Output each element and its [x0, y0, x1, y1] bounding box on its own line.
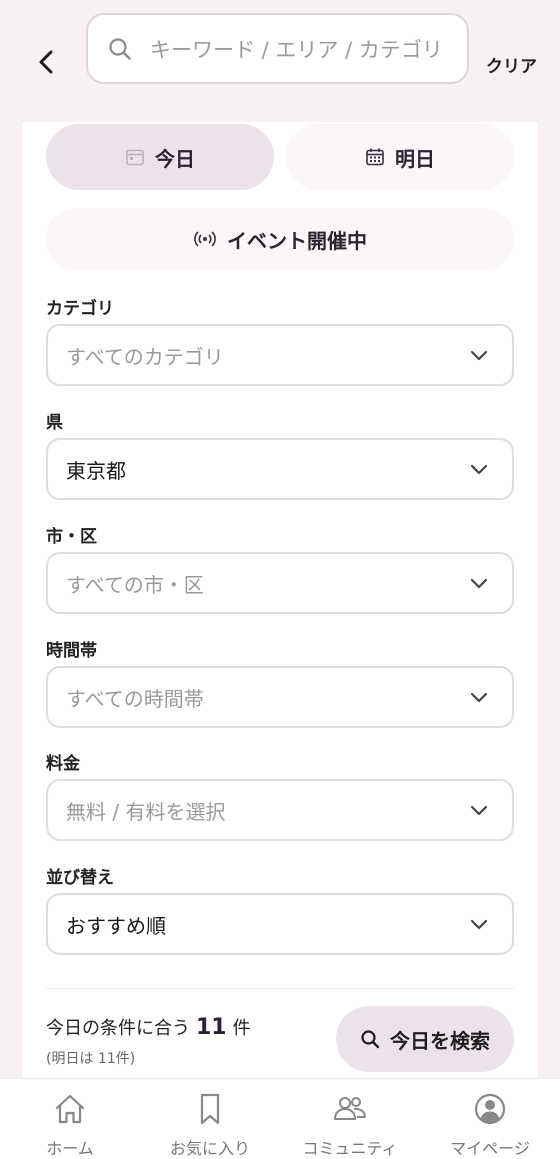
bottom-nav: ホーム お気に入り コミュニティ マイページ	[0, 1078, 560, 1159]
time-select[interactable]: すべての時間帯	[46, 666, 514, 728]
search-button[interactable]: 今日を検索	[336, 1006, 514, 1072]
city-value: すべての市・区	[66, 572, 204, 597]
nav-community-label: コミュニティ	[302, 1139, 398, 1158]
result-summary: 今日の条件に合う 11 件	[46, 1014, 251, 1040]
chevron-left-icon	[39, 50, 53, 74]
category-value: すべてのカテゴリ	[66, 344, 224, 369]
bookmark-icon	[200, 1093, 220, 1125]
header: キーワード / エリア / カテゴリ クリア	[0, 0, 560, 122]
chevron-down-icon	[470, 692, 488, 703]
sort-select[interactable]: おすすめ順	[46, 893, 514, 955]
back-button[interactable]	[30, 44, 62, 80]
time-value: すべての時間帯	[66, 686, 204, 711]
today-label: 今日	[155, 146, 195, 171]
city-select[interactable]: すべての市・区	[46, 552, 514, 614]
search-button-label: 今日を検索	[390, 1028, 490, 1053]
chevron-down-icon	[470, 350, 488, 361]
clear-button[interactable]: クリア	[486, 52, 537, 77]
result-prefix: 今日の条件に合う	[46, 1018, 190, 1039]
user-circle-icon	[474, 1093, 506, 1125]
search-icon	[109, 37, 131, 60]
sort-value: おすすめ順	[66, 913, 166, 938]
time-label: 時間帯	[46, 641, 97, 661]
calendar-icon	[126, 149, 144, 166]
today-toggle[interactable]: 今日	[46, 124, 274, 190]
users-icon	[334, 1097, 366, 1120]
nav-home-label: ホーム	[46, 1139, 94, 1158]
search-icon	[361, 1030, 380, 1049]
search-input[interactable]: キーワード / エリア / カテゴリ	[86, 13, 469, 84]
price-label: 料金	[46, 754, 80, 774]
price-select[interactable]: 無料 / 有料を選択	[46, 779, 514, 841]
result-count: 11	[196, 1015, 227, 1040]
nav-mypage[interactable]: マイページ	[420, 1079, 560, 1159]
category-select[interactable]: すべてのカテゴリ	[46, 324, 514, 386]
nav-mypage-label: マイページ	[450, 1139, 530, 1158]
nav-favorites[interactable]: お気に入り	[140, 1079, 280, 1159]
calendar-grid-icon	[366, 148, 384, 166]
home-icon	[55, 1094, 85, 1124]
category-label: カテゴリ	[46, 299, 114, 319]
prefecture-value: 東京都	[66, 458, 126, 483]
chevron-down-icon	[470, 805, 488, 816]
event-live-label: イベント開催中	[227, 228, 367, 253]
tomorrow-label: 明日	[395, 146, 435, 171]
nav-community[interactable]: コミュニティ	[280, 1079, 420, 1159]
nav-home[interactable]: ホーム	[0, 1079, 140, 1159]
tomorrow-toggle[interactable]: 明日	[286, 124, 514, 190]
event-live-toggle[interactable]: イベント開催中	[46, 208, 514, 270]
filter-panel: 今日 明日 イベント開催中 カテゴリ すべてのカテゴリ 県 東京都 市・区 すべ…	[22, 122, 538, 1102]
price-value: 無料 / 有料を選択	[66, 799, 226, 824]
chevron-down-icon	[470, 919, 488, 930]
result-tomorrow-count: (明日は 11件)	[46, 1051, 136, 1067]
nav-favorites-label: お気に入り	[169, 1139, 250, 1158]
result-suffix: 件	[232, 1018, 251, 1039]
search-placeholder: キーワード / エリア / カテゴリ	[150, 37, 443, 62]
broadcast-icon	[194, 231, 216, 247]
prefecture-label: 県	[46, 413, 63, 433]
divider	[46, 988, 514, 989]
prefecture-select[interactable]: 東京都	[46, 438, 514, 500]
chevron-down-icon	[470, 464, 488, 475]
chevron-down-icon	[470, 578, 488, 589]
city-label: 市・区	[46, 527, 97, 547]
sort-label: 並び替え	[46, 868, 114, 888]
